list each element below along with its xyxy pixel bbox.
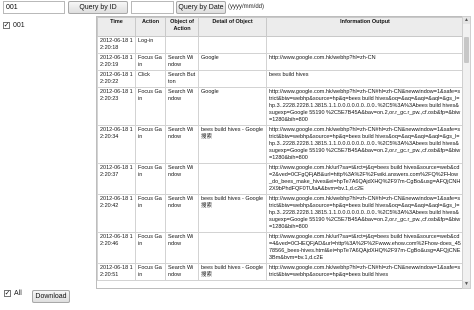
table-row[interactable]: 2012-06-18 12:20:42 Focus Gain Search Wind…: [97, 194, 463, 233]
cell-object-of-action: Search Window: [165, 53, 199, 71]
cell-information-output: http://www.google.com.hk/webhp?hl=zh-CN: [266, 53, 463, 71]
id-list-item[interactable]: ✓ 001: [3, 22, 25, 29]
cell-information-output: http://www.google.com.hk/url?sa=t&rct=j&…: [266, 163, 463, 195]
cell-detail-of-object: [198, 36, 267, 54]
query-by-date-button[interactable]: Query by Date: [176, 1, 226, 14]
cell-action: Focus Gain: [135, 125, 166, 164]
cell-information-output: http://www.google.com.hk/webhp?hl=zh-CN#…: [266, 263, 463, 281]
cell-action: Log-in: [135, 36, 166, 54]
cell-action: Focus Gain: [135, 87, 166, 126]
table-header-row: Time Action Object of Action Detail of O…: [97, 17, 463, 37]
cell-time: 2012-06-18 12:20:19: [97, 53, 136, 71]
download-button[interactable]: Download: [32, 290, 70, 303]
cell-detail-of-object: [198, 232, 267, 264]
cell-action: Focus Gain: [135, 232, 166, 264]
cell-object-of-action: Search Window: [165, 125, 199, 164]
cell-detail-of-object: Google: [198, 53, 267, 71]
date-input[interactable]: [131, 1, 174, 14]
cell-information-output: http://www.google.com.hk/url?sa=t&rct=j&…: [266, 232, 463, 264]
query-by-id-button[interactable]: Query by ID: [68, 1, 128, 14]
date-format-hint: (yyyy/mm/dd): [228, 4, 264, 10]
cell-action: Focus Gain: [135, 194, 166, 233]
header-information-output: Information Output: [266, 17, 463, 37]
cell-action: Click: [135, 70, 166, 88]
table-row[interactable]: 2012-06-18 12:20:34 Focus Gain Search Wind…: [97, 125, 463, 164]
header-action: Action: [135, 17, 166, 37]
cell-information-output: http://www.google.com.hk/webhp?hl=zh-CN#…: [266, 87, 463, 126]
cell-object-of-action: [165, 36, 199, 54]
cell-information-output: bees build hives: [266, 70, 463, 88]
cell-detail-of-object: bees build hives - Google 搜索: [198, 125, 267, 164]
cell-action: Focus Gain: [135, 53, 166, 71]
id-item-checkbox[interactable]: ✓: [3, 22, 10, 29]
bottom-bar: ✓ All Download: [0, 289, 474, 310]
table-row[interactable]: 2012-06-18 12:20:37 Focus Gain Search Wind…: [97, 163, 463, 195]
table-row[interactable]: 2012-06-18 12:20:51 Focus Gain Search Wind…: [97, 263, 463, 281]
table-row[interactable]: 2012-06-18 12:20:23 Focus Gain Search Wind…: [97, 87, 463, 126]
select-all-label: All: [14, 290, 22, 297]
cell-object-of-action: Search Window: [165, 232, 199, 264]
header-detail-of-object: Detail of Object: [198, 17, 267, 37]
table-row[interactable]: 2012-06-18 12:20:19 Focus Gain Search Wind…: [97, 53, 463, 71]
log-table: Time Action Object of Action Detail of O…: [97, 17, 463, 281]
cell-object-of-action: Search Window: [165, 194, 199, 233]
table-row[interactable]: 2012-06-18 12:20:22 Click Search Button bee…: [97, 70, 463, 88]
cell-object-of-action: Search Button: [165, 70, 199, 88]
id-item-label: 001: [13, 22, 25, 29]
select-all-checkbox[interactable]: ✓: [4, 290, 11, 297]
id-input[interactable]: [3, 1, 65, 14]
cell-object-of-action: Search Window: [165, 163, 199, 195]
cell-time: 2012-06-18 12:20:22: [97, 70, 136, 88]
header-time: Time: [97, 17, 136, 37]
scroll-up-arrow-icon[interactable]: ▲: [463, 17, 470, 24]
cell-detail-of-object: bees build hives - Google 搜索: [198, 263, 267, 281]
cell-action: Focus Gain: [135, 263, 166, 281]
cell-time: 2012-06-18 12:20:18: [97, 36, 136, 54]
cell-action: Focus Gain: [135, 163, 166, 195]
cell-time: 2012-06-18 12:20:37: [97, 163, 136, 195]
cell-time: 2012-06-18 12:20:42: [97, 194, 136, 233]
cell-time: 2012-06-18 12:20:51: [97, 263, 136, 281]
cell-object-of-action: Search Window: [165, 263, 199, 281]
cell-detail-of-object: Google: [198, 87, 267, 126]
cell-object-of-action: Search Window: [165, 87, 199, 126]
cell-information-output: http://www.google.com.hk/webhp?hl=zh-CN#…: [266, 194, 463, 233]
header-object-of-action: Object of Action: [165, 17, 199, 37]
table-row[interactable]: 2012-06-18 12:20:18 Log-in: [97, 36, 463, 54]
table-row[interactable]: 2012-06-18 12:20:46 Focus Gain Search Wind…: [97, 232, 463, 264]
cell-time: 2012-06-18 12:20:34: [97, 125, 136, 164]
scroll-thumb[interactable]: [464, 37, 469, 63]
select-all-row[interactable]: ✓ All: [4, 290, 22, 297]
cell-detail-of-object: [198, 163, 267, 195]
cell-information-output: http://www.google.com.hk/webhp?hl=zh-CN#…: [266, 125, 463, 164]
log-table-container: Time Action Object of Action Detail of O…: [96, 16, 464, 289]
cell-detail-of-object: bees build hives - Google 搜索: [198, 194, 267, 233]
cell-information-output: [266, 36, 463, 54]
scroll-down-arrow-icon[interactable]: ▼: [463, 281, 470, 288]
cell-detail-of-object: [198, 70, 267, 88]
cell-time: 2012-06-18 12:20:23: [97, 87, 136, 126]
id-list-panel: ✓ 001: [0, 18, 94, 308]
cell-time: 2012-06-18 12:20:46: [97, 232, 136, 264]
table-scrollbar[interactable]: ▲ ▼: [462, 16, 471, 289]
